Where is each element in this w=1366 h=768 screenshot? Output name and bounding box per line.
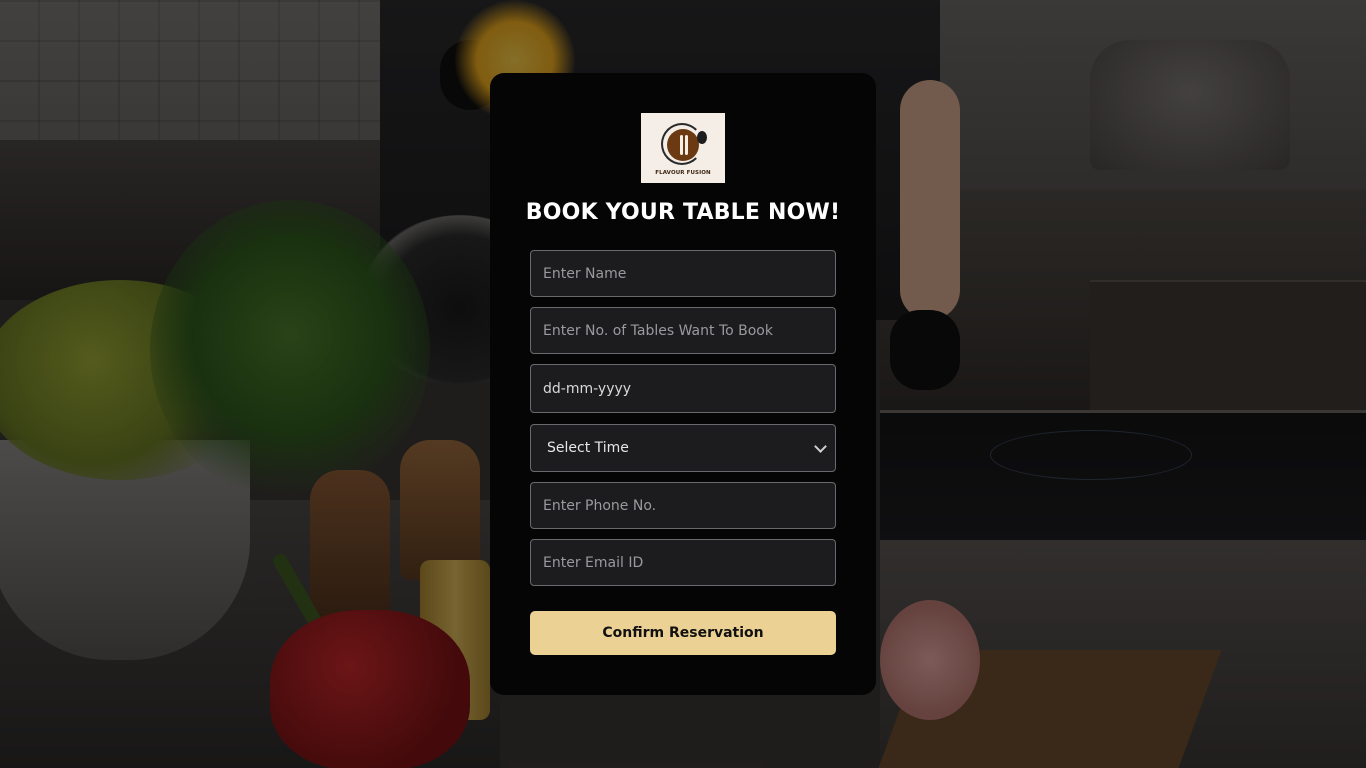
restaurant-logo: FLAVOUR FUSION bbox=[641, 113, 725, 183]
email-input[interactable] bbox=[530, 539, 836, 586]
reservation-card: FLAVOUR FUSION BOOK YOUR TABLE NOW! dd-m… bbox=[490, 73, 876, 695]
phone-input[interactable] bbox=[530, 482, 836, 529]
page-title: BOOK YOUR TABLE NOW! bbox=[525, 200, 841, 225]
name-input[interactable] bbox=[530, 250, 836, 297]
logo-text: FLAVOUR FUSION bbox=[655, 170, 711, 176]
time-select[interactable]: Select Time bbox=[530, 424, 836, 472]
chevron-down-icon bbox=[814, 439, 827, 453]
spoon-icon bbox=[697, 131, 707, 144]
confirm-reservation-button[interactable]: Confirm Reservation bbox=[530, 611, 836, 655]
date-input[interactable]: dd-mm-yyyy bbox=[530, 364, 836, 413]
knife-icon bbox=[685, 135, 688, 155]
time-select-value: Select Time bbox=[547, 440, 629, 456]
tables-count-input[interactable] bbox=[530, 307, 836, 354]
fork-icon bbox=[680, 135, 683, 155]
